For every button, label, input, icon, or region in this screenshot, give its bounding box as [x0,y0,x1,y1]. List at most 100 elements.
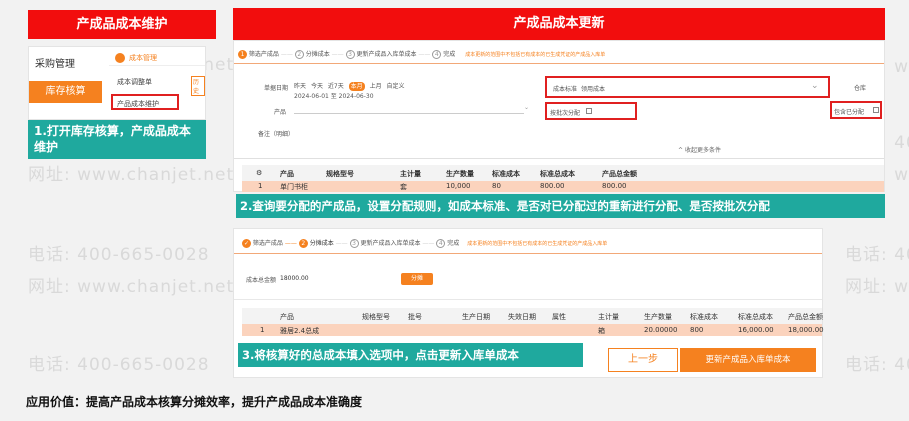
cost-standard-select[interactable]: 成本标准 领用成本 ⌄ [545,76,830,98]
menu-item-purchase[interactable]: 采购管理 [35,55,75,70]
chevron-down-icon: ⌄ [811,81,819,91]
table-row[interactable]: 1 单门书柜 套 10,000 80 800.00 800.00 [242,181,884,192]
product-label: 产品 [274,109,287,116]
batch-allocation-checkbox[interactable]: 按批次分配 [545,102,637,120]
menu-item-inventory-accounting[interactable]: 库存核算 [29,81,102,103]
table1-col-amount: 产品总金额 [602,170,637,178]
watermark-phone: 电话: 400-665-0028 [845,355,909,375]
table2-col-product: 产品 [280,313,294,321]
table2-cell-unit: 箱 [598,327,605,335]
watermark-phone: 电话: 400-665-0028 [845,245,909,265]
date-opt-today[interactable]: 今天 [311,83,323,90]
table2-cell-stdcost: 800 [690,326,704,334]
cost-mgmt-header: 成本管理 [109,50,205,66]
date-opt-lastmonth[interactable]: 上月 [370,83,382,90]
table1-col-stdtotal: 标准总成本 [540,170,575,178]
menu-sub-cost-adjust[interactable]: 成本调整单 [117,77,152,87]
filter-panel: 1 筛选产成品 —— 2 分摊成本 —— 3 更新产成品入库单成本 —— 4 完… [233,40,885,192]
table2-cell-qty: 20.00000 [644,326,678,334]
step2-2-label: 分摊成本 [309,240,334,247]
total-cost-label: 成本总金额 [246,277,277,284]
remark-label: 备注（明细） [258,131,295,138]
collapse-icon: ^ [678,147,684,154]
include-allocated-box[interactable] [873,107,879,113]
table1-cell-index: 1 [258,182,263,190]
left-menu-panel: 采购管理 库存核算 成本管理 成本调整单 历史 产品成本维护 [28,46,206,120]
table1-cell-stdcost: 80 [492,182,501,190]
watermark-phone: 电话: 400-665-0028 [28,355,210,375]
step2-4-marker: 4 [436,239,446,248]
step3-caption: 3.将核算好的总成本填入选项中，点击更新入库单成本 [238,343,583,367]
watermark-url: 网址: www.chanjet.net [28,277,235,297]
step-bar: 1 筛选产成品 —— 2 分摊成本 —— 3 更新产成品入库单成本 —— 4 完… [238,49,605,59]
step-2-label: 分摊成本 [305,51,330,58]
step2-1-marker: ✓ [242,239,251,248]
table2-col-spec: 规格型号 [362,313,390,321]
collapse-more-conditions[interactable]: ^ 收起更多条件 [678,145,721,154]
product-input[interactable] [294,113,524,114]
step1-caption: 1.打开库存核算，产成品成本维护 [28,120,206,159]
table1-col-stdcost: 标准成本 [492,170,520,178]
table1-cell-amount: 800.00 [602,182,627,190]
step2-2-marker: 2 [298,239,308,248]
prev-step-button[interactable]: 上一步 [608,348,678,372]
watermark-url: 网址: www.chanjet.net [845,277,909,297]
allocate-button[interactable]: 分摊 [401,273,433,285]
batch-checkbox-box[interactable] [586,108,592,114]
date-opt-yesterday[interactable]: 昨天 [294,83,306,90]
collapse-label: 收起更多条件 [684,147,721,154]
table1-col-qty: 生产数量 [446,170,474,178]
step-3-label: 更新产成品入库单成本 [356,51,417,58]
include-allocated-checkbox[interactable]: 包含已分配 [830,101,882,119]
cost-standard-value: 领用成本 [581,86,606,93]
step2-4-label: 完成 [447,240,460,247]
table1-cell-stdtotal: 800.00 [540,182,565,190]
menu-sub-product-cost[interactable]: 产品成本维护 [111,94,179,110]
step-bar-2: ✓ 筛选产成品 —— 2 分摊成本 —— 3 更新产成品入库单成本 —— 4 完… [242,239,608,248]
table2-col-amount: 产品总金额 [788,313,823,321]
step2-1-label: 筛选产成品 [252,240,283,247]
total-cost-input[interactable]: 18000.00 [280,275,309,282]
step2-3-label: 更新产成品入库单成本 [360,240,421,247]
cost-standard-label: 成本标准 [553,86,578,93]
table2-header: 产品 规格型号 批号 生产日期 失效日期 属性 主计量 生产数量 标准成本 标准… [242,308,823,324]
step-1-marker: 1 [238,50,247,59]
table2-col-stdcost: 标准成本 [690,313,718,321]
menu-sub-product-cost-label: 产品成本维护 [117,100,159,108]
table2-col-unit: 主计量 [598,313,619,321]
table2-col-attr: 属性 [552,313,566,321]
cost-mgmt-label: 成本管理 [129,54,157,62]
step-4-marker: 4 [432,50,442,59]
step-1-label: 筛选产成品 [248,51,279,58]
table2-cell-index: 1 [260,326,265,334]
watermark-url: 网址: www.chanjet.net [28,165,235,185]
table2-cell-stdtotal: 16,000.00 [738,326,774,334]
table1-cell-unit: 套 [400,183,407,191]
date-opt-7days[interactable]: 近7天 [328,83,344,90]
update-receipt-cost-button[interactable]: 更新产成品入库单成本 [680,348,816,372]
left-title: 产成品成本维护 [28,10,216,39]
footer-value: 应用价值：提高产品成本核算分摊效率，提升产成品成本准确度 [26,395,363,409]
cost-mgmt-icon [115,53,125,63]
right-title: 产成品成本更新 [233,8,885,40]
warehouse-label: 仓库 [854,85,867,92]
step-hint: 成本更新的范围中不包括已有成本的已生成凭证的产成品入库单 [465,52,606,58]
table-row[interactable]: 1 雅居2.4总成 箱 20.00000 800 16,000.00 18,00… [242,324,824,336]
date-label: 单据日期 [264,85,289,92]
watermark-phone: 电话: 400-665-0028 [28,245,210,265]
table2-col-proddate: 生产日期 [462,313,490,321]
date-quick-options: 昨天 今天 近7天 本月 上月 自定义 [294,81,405,91]
table2-col-qty: 生产数量 [644,313,672,321]
step2-hint: 成本更新的范围中不包括已有成本的已生成凭证的产成品入库单 [467,241,608,247]
step2-caption: 2.查询要分配的产成品，设置分配规则，如成本标准、是否对已分配过的重新进行分配、… [236,194,885,218]
step-3-marker: 3 [345,50,355,59]
date-range[interactable]: 2024-06-01 至 2024-06-30 [294,91,374,100]
table1-header: ⚙ 产品 规格型号 主计量 生产数量 标准成本 标准总成本 产品总金额 [242,165,884,181]
table2-cell-amount: 18,000.00 [788,326,824,334]
date-opt-custom[interactable]: 自定义 [387,83,405,90]
step-4-label: 完成 [443,51,456,58]
product-dropdown-icon[interactable]: ⌄ [524,104,529,111]
date-opt-month[interactable]: 本月 [348,82,365,91]
table1-col-product: 产品 [280,170,294,178]
settings-icon[interactable]: ⚙ [256,169,262,177]
